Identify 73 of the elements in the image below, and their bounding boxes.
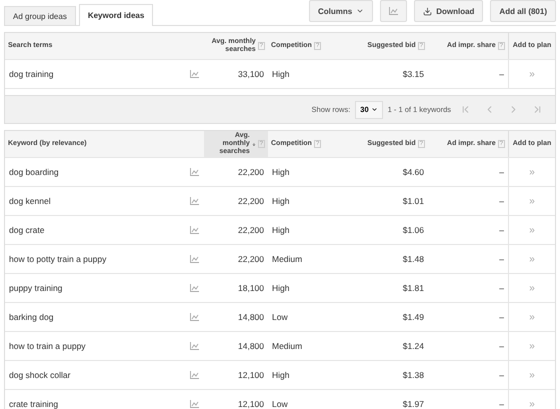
- add-all-button[interactable]: Add all (801): [490, 0, 556, 22]
- impr-share-value: –: [499, 225, 504, 235]
- keyword-text: dog kennel: [9, 196, 51, 206]
- competition-value: Low: [272, 312, 288, 322]
- bid-value: $1.01: [402, 196, 424, 206]
- bid-value: $1.38: [402, 370, 424, 380]
- competition-value: High: [272, 167, 290, 177]
- chart-icon[interactable]: [190, 342, 199, 350]
- competition-value: High: [272, 225, 290, 235]
- bid-value: $3.15: [402, 69, 424, 79]
- keyword-text: how to potty train a puppy: [9, 254, 106, 264]
- bid-value: $1.24: [402, 341, 424, 351]
- bid-value: $1.81: [402, 283, 424, 293]
- impr-share-value: –: [499, 341, 504, 351]
- tab[interactable]: Keyword ideas: [78, 4, 154, 26]
- impr-share-value: –: [499, 167, 504, 177]
- first-page-icon[interactable]: [460, 104, 471, 115]
- keyword-text: barking dog: [9, 312, 54, 322]
- searches-value: 14,800: [238, 341, 264, 351]
- searches-value: 33,100: [238, 69, 264, 79]
- tab[interactable]: Ad group ideas: [4, 6, 76, 25]
- chart-icon[interactable]: [190, 197, 199, 205]
- searches-value: 22,200: [238, 225, 264, 235]
- keyword-text: dog shock collar: [9, 370, 70, 380]
- competition-value: High: [272, 283, 290, 293]
- competition-value: Medium: [272, 341, 302, 351]
- competition-value: High: [272, 196, 290, 206]
- searches-value: 14,800: [238, 312, 264, 322]
- caret-icon: [356, 7, 364, 15]
- bid-value: $1.49: [402, 312, 424, 322]
- impr-share-value: –: [499, 283, 504, 293]
- chart-icon[interactable]: [190, 168, 199, 176]
- impr-share-value: –: [499, 312, 504, 322]
- impr-share-value: –: [499, 370, 504, 380]
- chart-icon: [389, 7, 398, 15]
- keyword-text: crate training: [9, 399, 58, 409]
- columns-button[interactable]: Columns: [308, 0, 374, 22]
- searches-value: 22,200: [238, 167, 264, 177]
- keyword-text: dog training: [9, 69, 54, 79]
- searches-value: 12,100: [238, 399, 264, 409]
- keyword-text: dog crate: [9, 225, 44, 235]
- searches-value: 22,200: [238, 254, 264, 264]
- chart-icon[interactable]: [190, 313, 199, 321]
- bid-value: $1.97: [402, 399, 424, 409]
- keyword-text: how to train a puppy: [9, 341, 86, 351]
- sort-arrow-icon: [252, 140, 256, 148]
- impr-share-value: –: [499, 69, 504, 79]
- keyword-text: puppy training: [9, 283, 62, 293]
- impr-share-value: –: [499, 196, 504, 206]
- last-page-icon[interactable]: [532, 104, 543, 115]
- chart-icon[interactable]: [190, 226, 199, 234]
- searches-value: 22,200: [238, 196, 264, 206]
- chart-button[interactable]: [380, 0, 408, 22]
- keyword-text: dog boarding: [9, 167, 59, 177]
- bid-value: $4.60: [402, 167, 424, 177]
- chart-icon[interactable]: [190, 400, 199, 408]
- competition-value: Low: [272, 399, 288, 409]
- caret-icon: [370, 106, 378, 113]
- chart-icon[interactable]: [190, 284, 199, 292]
- bid-value: $1.06: [402, 225, 424, 235]
- competition-value: High: [272, 370, 290, 380]
- bid-value: $1.48: [402, 254, 424, 264]
- searches-value: 12,100: [238, 370, 264, 380]
- competition-value: High: [272, 69, 290, 79]
- download-button[interactable]: Download: [414, 0, 484, 22]
- impr-share-value: –: [499, 254, 504, 264]
- searches-value: 18,100: [238, 283, 264, 293]
- impr-share-value: –: [499, 399, 504, 409]
- chart-icon[interactable]: [190, 255, 199, 263]
- competition-value: Medium: [272, 254, 302, 264]
- chart-icon[interactable]: [190, 70, 199, 78]
- download-icon: [423, 6, 432, 16]
- chart-icon[interactable]: [190, 371, 199, 379]
